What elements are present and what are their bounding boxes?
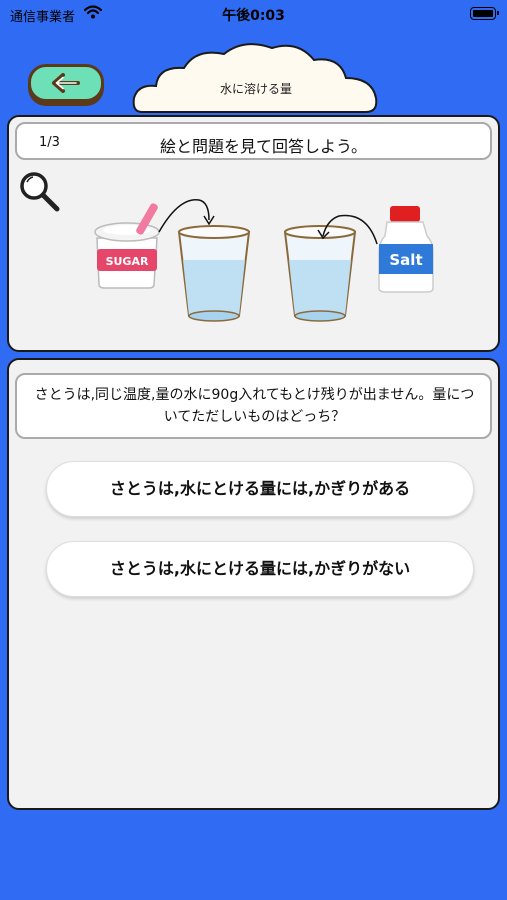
instruction-bar: 1/3 絵と問題を見て回答しよう。 — [15, 122, 492, 160]
salt-bottle-icon: Salt — [378, 206, 434, 293]
back-button[interactable] — [28, 64, 104, 102]
page-title: 水に溶ける量 — [219, 82, 292, 96]
left-arrow-icon — [52, 73, 80, 93]
status-bar: 通信事業者 午後0:03 — [0, 0, 507, 28]
experiment-illustration: SUGAR Salt — [94, 199, 434, 322]
sugar-label: SUGAR — [106, 255, 149, 268]
battery-icon — [470, 7, 499, 20]
question-panel: さとうは,同じ温度,量の水に90g入れてもとけ残りが出ません。量についてただしい… — [7, 358, 500, 810]
status-time: 午後0:03 — [222, 8, 285, 24]
glass-icon — [177, 225, 251, 322]
instruction-text: 絵と問題を見て回答しよう。 — [159, 137, 368, 156]
illustration-panel: 1/3 絵と問題を見て回答しよう。 SUGAR Salt — [7, 115, 500, 352]
answer-option-2[interactable]: さとうは,水にとける量には,かぎりがない — [46, 541, 474, 597]
salt-label: Salt — [389, 251, 422, 269]
sugar-jar-icon: SUGAR — [94, 203, 160, 289]
glass-icon — [283, 225, 357, 322]
answer-option-1[interactable]: さとうは,水にとける量には,かぎりがある — [46, 461, 474, 517]
question-text: さとうは,同じ温度,量の水に90g入れてもとけ残りが出ません。量についてただしい… — [34, 387, 475, 425]
question-box: さとうは,同じ温度,量の水に90g入れてもとけ残りが出ません。量についてただしい… — [15, 373, 492, 439]
header-cloud — [132, 43, 378, 113]
